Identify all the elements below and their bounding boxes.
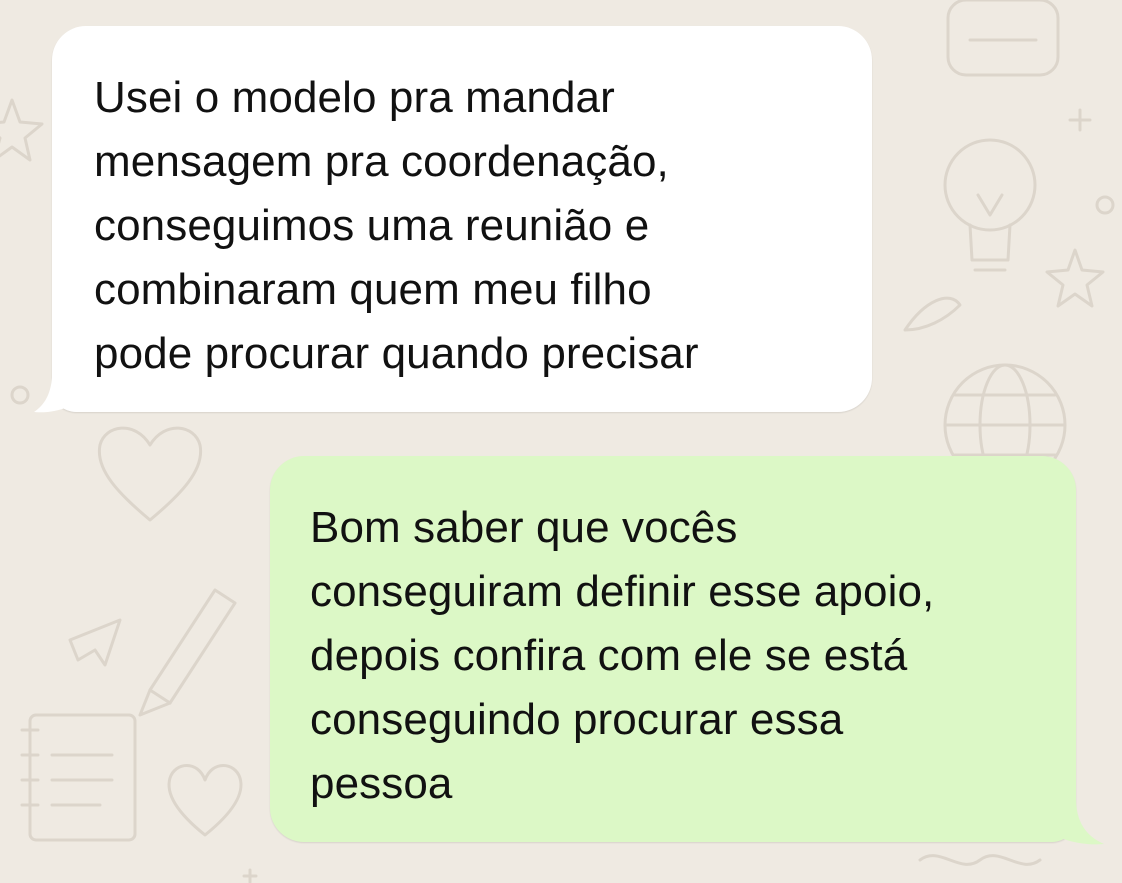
message-text-line: pessoa [310, 759, 453, 808]
incoming-message-bubble[interactable]: Usei o modelo pra mandar mensagem pra co… [52, 26, 872, 412]
chat-conversation: Usei o modelo pra mandar mensagem pra co… [0, 0, 1122, 883]
outgoing-message-bubble[interactable]: Bom saber que vocês conseguiram definir … [270, 456, 1076, 842]
message-text-line: depois confira com ele se está [310, 631, 908, 680]
message-text-line: Bom saber que vocês [310, 503, 738, 552]
message-text-line: conseguimos uma reunião e [94, 201, 650, 250]
message-text-line: mensagem pra coordenação, [94, 137, 669, 186]
outgoing-bubble-tail [1046, 798, 1104, 845]
message-text-line: conseguindo procurar essa [310, 695, 844, 744]
message-text-line: combinaram quem meu filho [94, 265, 652, 314]
message-text-line: Usei o modelo pra mandar [94, 73, 615, 122]
message-text-line: conseguiram definir esse apoio, [310, 567, 935, 616]
message-text-line: pode procurar quando precisar [94, 329, 699, 378]
incoming-bubble-tail [34, 362, 90, 413]
